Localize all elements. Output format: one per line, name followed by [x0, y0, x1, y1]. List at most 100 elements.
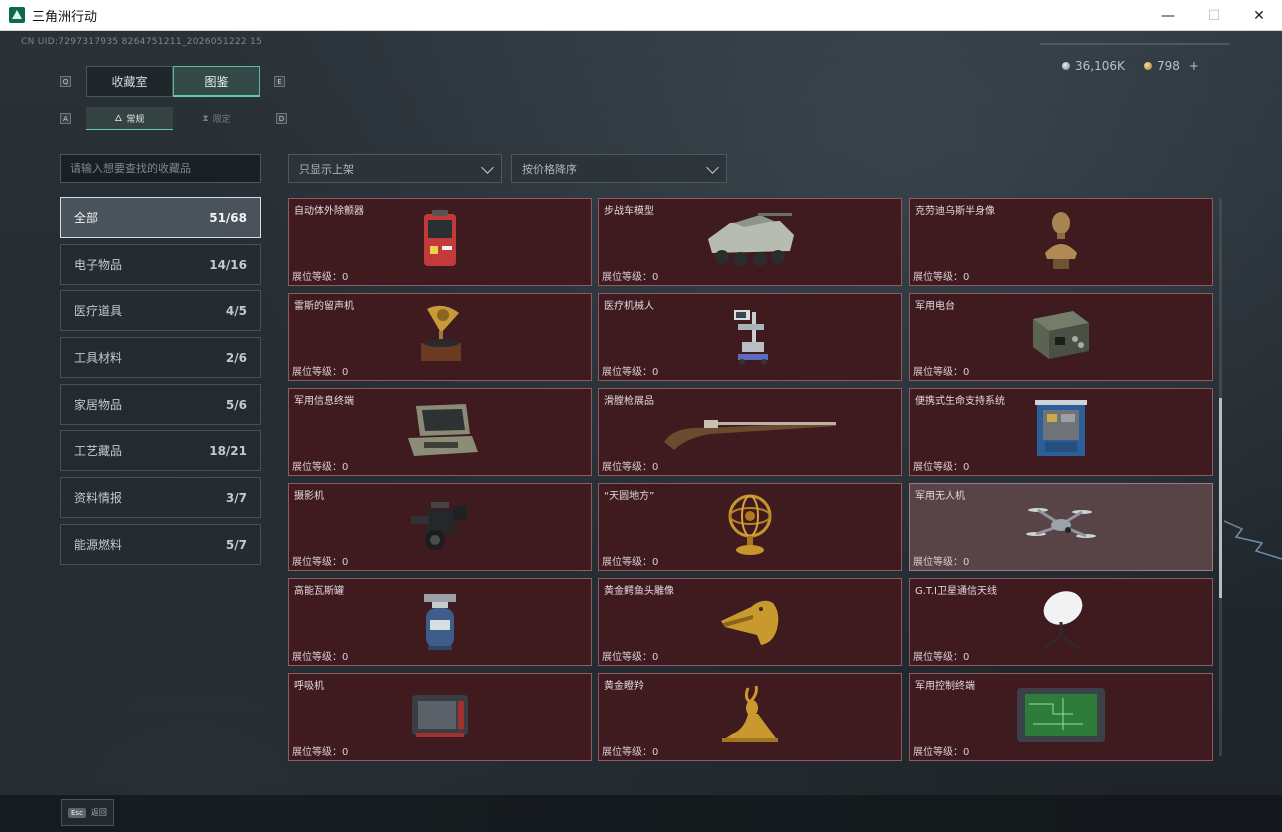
category-label: 医疗道具 — [74, 304, 123, 318]
top-divider — [1040, 43, 1230, 45]
category-label: 能源燃料 — [74, 538, 123, 552]
item-level: 展位等级：0 — [602, 367, 659, 378]
gold-coin-icon — [1144, 62, 1152, 70]
item-name: “天圆地方” — [604, 491, 655, 502]
control-terminal-icon — [1013, 684, 1109, 750]
item-card[interactable]: 军用控制终端 展位等级：0 — [909, 673, 1213, 761]
item-card[interactable]: 自动体外除颤器 展位等级：0 — [288, 198, 592, 286]
item-card[interactable]: 克劳迪乌斯半身像 展位等级：0 — [909, 198, 1213, 286]
info-terminal-icon — [400, 400, 480, 464]
item-name: 高能瓦斯罐 — [294, 586, 344, 597]
medical-robot-icon — [728, 304, 772, 370]
item-card[interactable]: 雷斯的留声机 展位等级：0 — [288, 293, 592, 381]
add-currency-button[interactable]: + — [1189, 59, 1199, 73]
satellite-dish-icon — [1033, 588, 1089, 656]
silver-coin-icon — [1062, 62, 1070, 70]
item-card[interactable]: 黄金瞪羚 展位等级：0 — [598, 673, 902, 761]
back-button[interactable]: Esc 返回 — [61, 799, 114, 826]
gramophone-icon — [413, 303, 467, 371]
category-medical[interactable]: 医疗道具 4/5 — [60, 290, 261, 331]
item-card[interactable]: 滑膛枪展品 展位等级：0 — [598, 388, 902, 476]
category-all[interactable]: 全部 51/68 — [60, 197, 261, 238]
subtab-limited[interactable]: ⧗ 限定 — [173, 107, 260, 130]
ventilator-icon — [408, 689, 472, 745]
item-name: 军用电台 — [915, 301, 955, 312]
camera-icon — [405, 496, 475, 558]
esc-key-icon: Esc — [68, 807, 86, 818]
main-tabs: 收藏室 图鉴 — [86, 66, 260, 97]
item-card[interactable]: 军用电台 展位等级：0 — [909, 293, 1213, 381]
sort-dropdown[interactable]: 按价格降序 — [511, 154, 727, 183]
category-label: 家居物品 — [74, 398, 123, 412]
category-count: 18/21 — [209, 443, 247, 458]
item-level: 展位等级：0 — [913, 462, 970, 473]
item-name: 自动体外除颤器 — [294, 206, 364, 217]
category-intel[interactable]: 资料情报 3/7 — [60, 477, 261, 518]
listed-filter-dropdown[interactable]: 只显示上架 — [288, 154, 502, 183]
armillary-sphere-icon — [724, 492, 776, 562]
item-card[interactable]: “天圆地方” 展位等级：0 — [598, 483, 902, 571]
item-name: 呼吸机 — [294, 681, 324, 692]
subtab-regular-label: 常规 — [126, 114, 145, 125]
category-label: 工具材料 — [74, 351, 123, 365]
keyhint-a: A — [60, 113, 71, 124]
item-card[interactable]: 医疗机械人 展位等级：0 — [598, 293, 902, 381]
subtab-regular[interactable]: 🜂 常规 — [86, 107, 173, 130]
minimize-button[interactable]: — — [1145, 0, 1191, 31]
item-card[interactable]: 高能瓦斯罐 展位等级：0 — [288, 578, 592, 666]
defibrillator-icon — [418, 210, 462, 274]
maximize-button[interactable]: ☐ — [1191, 0, 1237, 31]
item-level: 展位等级：0 — [292, 747, 349, 758]
item-name: 滑膛枪展品 — [604, 396, 654, 407]
tab-collection-room[interactable]: 收藏室 — [86, 66, 173, 97]
item-level: 展位等级：0 — [602, 652, 659, 663]
item-level: 展位等级：0 — [913, 747, 970, 758]
window-title: 三角洲行动 — [32, 9, 98, 25]
item-level: 展位等级：0 — [602, 272, 659, 283]
item-level: 展位等级：0 — [292, 462, 349, 473]
category-electronics[interactable]: 电子物品 14/16 — [60, 244, 261, 285]
category-label: 工艺藏品 — [74, 444, 123, 458]
item-card[interactable]: 呼吸机 展位等级：0 — [288, 673, 592, 761]
item-name: 军用控制终端 — [915, 681, 975, 692]
category-crafts[interactable]: 工艺藏品 18/21 — [60, 430, 261, 471]
close-button[interactable]: ✕ — [1236, 0, 1282, 31]
sub-tabs: 🜂 常规 ⧗ 限定 — [86, 107, 260, 130]
search-input[interactable] — [60, 154, 261, 183]
category-household[interactable]: 家居物品 5/6 — [60, 384, 261, 425]
chevron-down-icon — [481, 161, 494, 174]
item-card[interactable]: 步战车模型 展位等级：0 — [598, 198, 902, 286]
category-tools[interactable]: 工具材料 2/6 — [60, 337, 261, 378]
item-name: G.T.I卫星通信天线 — [915, 586, 997, 597]
item-card[interactable]: 摄影机 展位等级：0 — [288, 483, 592, 571]
item-card[interactable]: 黄金鳄鱼头雕像 展位等级：0 — [598, 578, 902, 666]
tab-codex[interactable]: 图鉴 — [173, 66, 260, 97]
item-card[interactable]: 军用信息终端 展位等级：0 — [288, 388, 592, 476]
item-level: 展位等级：0 — [602, 747, 659, 758]
gold-crocodile-icon — [717, 591, 783, 653]
item-name: 步战车模型 — [604, 206, 654, 217]
item-name: 雷斯的留声机 — [294, 301, 354, 312]
item-level: 展位等级：0 — [913, 557, 970, 568]
item-name: 黄金瞪羚 — [604, 681, 644, 692]
item-name: 军用信息终端 — [294, 396, 354, 407]
item-card[interactable]: G.T.I卫星通信天线 展位等级：0 — [909, 578, 1213, 666]
item-name: 克劳迪乌斯半身像 — [915, 206, 995, 217]
musket-icon — [660, 408, 840, 456]
military-radio-icon — [1027, 307, 1095, 367]
item-card[interactable]: 军用无人机 展位等级：0 — [909, 483, 1213, 571]
category-count: 3/7 — [225, 490, 247, 505]
gold-currency[interactable]: 798 + — [1144, 59, 1199, 73]
item-name: 摄影机 — [294, 491, 324, 502]
silver-currency: 36,106K — [1062, 59, 1125, 73]
item-level: 展位等级：0 — [602, 557, 659, 568]
game-screen: CN UID:7297317935 8264751211_2026051222 … — [0, 31, 1282, 832]
item-card[interactable]: 便携式生命支持系统 展位等级：0 — [909, 388, 1213, 476]
item-level: 展位等级：0 — [292, 557, 349, 568]
item-level: 展位等级：0 — [913, 652, 970, 663]
listed-filter-label: 只显示上架 — [299, 162, 354, 176]
category-energy[interactable]: 能源燃料 5/7 — [60, 524, 261, 565]
item-level: 展位等级：0 — [292, 272, 349, 283]
gold-currency-value: 798 — [1157, 59, 1180, 73]
app-logo-icon — [9, 7, 25, 23]
